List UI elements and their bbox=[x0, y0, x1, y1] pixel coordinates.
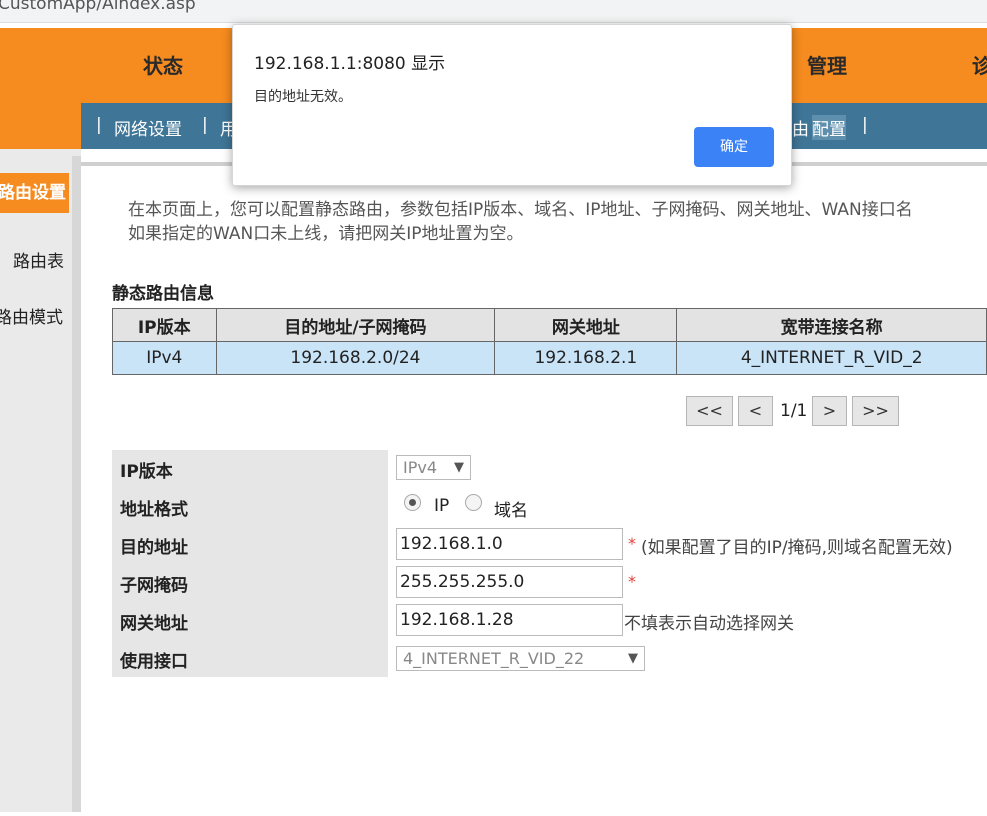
subnav-route-config[interactable]: 配置 bbox=[812, 115, 846, 140]
subnav-route-partial[interactable]: 由 bbox=[792, 115, 809, 140]
sidebar-item-label: 路由设置 bbox=[0, 183, 66, 203]
radio-domain-label: 域名 bbox=[494, 501, 528, 521]
address-format-label: 地址格式 bbox=[120, 500, 188, 520]
content-border bbox=[72, 156, 81, 812]
dialog-title: 192.168.1.1:8080 显示 bbox=[254, 54, 446, 74]
subnav-sep: | bbox=[862, 115, 868, 135]
sidebar: 路由设置 路由表 路由模式 bbox=[0, 149, 81, 812]
interface-select[interactable]: 4_INTERNET_R_VID_22 ▼ bbox=[396, 646, 645, 671]
interface-label: 使用接口 bbox=[120, 652, 188, 672]
routes-section-title: 静态路由信息 bbox=[112, 284, 214, 304]
radio-ip-label: IP bbox=[434, 496, 450, 516]
pager-next-button[interactable]: > bbox=[812, 396, 847, 426]
pager-prev-button[interactable]: < bbox=[738, 396, 773, 426]
subnav-network-settings[interactable]: 网络设置 bbox=[114, 115, 182, 140]
subnav-sep: | bbox=[202, 115, 208, 135]
pager-last-button[interactable]: >> bbox=[852, 396, 899, 426]
dialog-message: 目的地址无效。 bbox=[254, 89, 352, 105]
col-destination: 目的地址/子网掩码 bbox=[215, 308, 496, 342]
destination-input[interactable]: 192.168.1.0 bbox=[396, 528, 623, 560]
radio-domain[interactable] bbox=[465, 494, 482, 511]
col-gateway: 网关地址 bbox=[494, 308, 678, 342]
col-wan-name: 宽带连接名称 bbox=[676, 308, 987, 342]
sidebar-item-route-mode[interactable]: 路由模式 bbox=[0, 303, 63, 328]
subnet-mask-label: 子网掩码 bbox=[120, 576, 188, 596]
pager-page-indicator: 1/1 bbox=[780, 401, 808, 421]
required-mark: * bbox=[628, 534, 636, 553]
nav-diagnose[interactable]: 诊 bbox=[972, 50, 987, 79]
page-description: 在本页面上，您可以配置静态路由，参数包括IP版本、域名、IP地址、子网掩码、网关… bbox=[128, 198, 987, 246]
nav-status[interactable]: 状态 bbox=[143, 50, 183, 79]
url-text[interactable]: CustomApp/Aindex.asp bbox=[0, 0, 196, 14]
subnav-sep: | bbox=[96, 115, 102, 135]
col-ip-version: IP版本 bbox=[112, 308, 217, 342]
description-line-2: 如果指定的WAN口未上线，请把网关IP地址置为空。 bbox=[128, 224, 524, 244]
logo-area bbox=[0, 28, 81, 149]
gateway-label: 网关地址 bbox=[120, 614, 188, 634]
alert-dialog: 192.168.1.1:8080 显示 目的地址无效。 确定 bbox=[232, 24, 792, 186]
sidebar-item-route-settings[interactable]: 路由设置 bbox=[0, 173, 69, 213]
cell-destination: 192.168.2.0/24 bbox=[215, 341, 496, 375]
ip-version-select[interactable]: IPv4 ▼ bbox=[396, 455, 471, 480]
chevron-down-icon: ▼ bbox=[628, 651, 638, 666]
cell-ip-version: IPv4 bbox=[112, 341, 217, 375]
cell-gateway: 192.168.2.1 bbox=[494, 341, 678, 375]
form-label-column bbox=[112, 450, 388, 677]
destination-hint: (如果配置了目的IP/掩码,则域名配置无效) bbox=[641, 538, 953, 558]
table-row[interactable]: IPv4 192.168.2.0/24 192.168.2.1 4_INTERN… bbox=[112, 341, 987, 375]
gateway-hint: 不填表示自动选择网关 bbox=[624, 614, 794, 634]
sidebar-item-route-table[interactable]: 路由表 bbox=[13, 247, 64, 272]
radio-ip[interactable] bbox=[404, 494, 421, 511]
destination-label: 目的地址 bbox=[120, 538, 188, 558]
description-line-1: 在本页面上，您可以配置静态路由，参数包括IP版本、域名、IP地址、子网掩码、网关… bbox=[128, 200, 913, 220]
address-bar[interactable]: CustomApp/Aindex.asp bbox=[0, 0, 987, 23]
required-mark: * bbox=[628, 572, 636, 591]
nav-manage[interactable]: 管理 bbox=[807, 50, 847, 79]
subnet-mask-input[interactable]: 255.255.255.0 bbox=[396, 566, 623, 598]
interface-value: 4_INTERNET_R_VID_22 bbox=[403, 649, 585, 668]
ip-version-label: IP版本 bbox=[120, 462, 173, 482]
table-header-row: IP版本 目的地址/子网掩码 网关地址 宽带连接名称 bbox=[112, 308, 987, 342]
ip-version-value: IPv4 bbox=[403, 458, 438, 477]
gateway-input[interactable]: 192.168.1.28 bbox=[396, 604, 623, 636]
ok-button[interactable]: 确定 bbox=[694, 127, 774, 167]
cell-wan-name: 4_INTERNET_R_VID_2 bbox=[676, 341, 987, 375]
chevron-down-icon: ▼ bbox=[454, 460, 464, 475]
pager-first-button[interactable]: << bbox=[686, 396, 733, 426]
static-routes-table: IP版本 目的地址/子网掩码 网关地址 宽带连接名称 IPv4 192.168.… bbox=[112, 308, 987, 375]
